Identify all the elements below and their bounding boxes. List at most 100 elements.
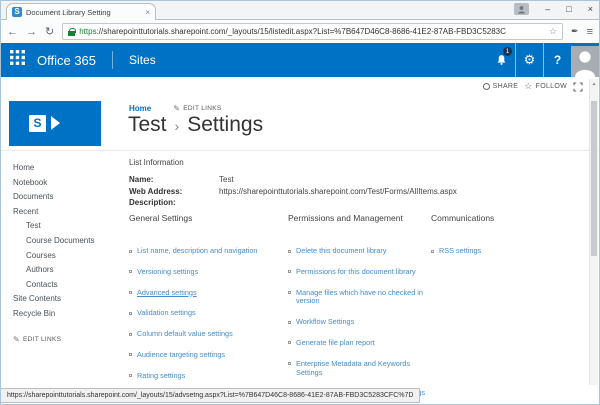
settings-gear-button[interactable]: ⚙ xyxy=(515,43,543,77)
settings-link-column-default-value-settings[interactable]: Column default value settings xyxy=(137,330,233,339)
notifications-button[interactable]: 1 xyxy=(487,43,515,77)
breadcrumb: Home ✎ EDIT LINKS xyxy=(129,104,222,113)
settings-link-rss-settings[interactable]: RSS settings xyxy=(439,247,481,256)
settings-link-audience-targeting-settings[interactable]: Audience targeting settings xyxy=(137,351,225,360)
extension-icon[interactable]: ✒ xyxy=(571,26,579,37)
browser-toolbar: ← → ↻ https://sharepointtutorials.sharep… xyxy=(1,19,599,43)
app-launcher-icon[interactable] xyxy=(10,50,25,70)
setting-link-row: Delete this document library xyxy=(288,247,434,256)
list-info-label-web-address: Web Address: xyxy=(129,186,219,198)
vertical-scrollbar[interactable]: ▴ xyxy=(589,79,598,385)
browser-tab[interactable]: S Document Library Setting × xyxy=(6,3,156,20)
window-controls: – □ × xyxy=(514,3,593,15)
setting-link-row: Enterprise Metadata and Keywords Setting… xyxy=(288,360,434,378)
page-title: Test › Settings xyxy=(128,113,263,137)
secure-lock-icon xyxy=(68,31,75,36)
setting-link-row: Generate file plan report xyxy=(288,339,434,348)
settings-columns: General Settings List name, description a… xyxy=(1,213,599,404)
url-text: https://sharepointtutorials.sharepoint.c… xyxy=(79,27,545,36)
list-info-value-name: Test xyxy=(219,174,234,186)
title-site-name: Test xyxy=(128,113,167,137)
setting-link-row: Audience targeting settings xyxy=(129,351,281,360)
sharepoint-site-logo[interactable]: S xyxy=(9,101,101,146)
help-button[interactable]: ? xyxy=(543,43,571,77)
settings-link-advanced-settings[interactable]: Advanced settings xyxy=(137,289,197,298)
square-bullet-icon xyxy=(288,362,291,365)
settings-column-title: Communications xyxy=(431,213,551,223)
sidebar-item-notebook[interactable]: Notebook xyxy=(13,176,121,191)
bookmark-star-icon[interactable]: ☆ xyxy=(549,26,557,37)
follow-button[interactable]: ☆ FOLLOW xyxy=(524,81,567,92)
address-bar[interactable]: https://sharepointtutorials.sharepoint.c… xyxy=(62,23,563,40)
forward-icon[interactable]: → xyxy=(26,26,37,38)
back-icon[interactable]: ← xyxy=(7,26,18,38)
sharepoint-logo-arrow-icon xyxy=(51,116,60,130)
settings-link-list-name-description-and-navigation[interactable]: List name, description and navigation xyxy=(137,247,257,256)
list-information-heading: List Information xyxy=(129,158,457,167)
maximize-button[interactable]: □ xyxy=(566,3,571,15)
settings-link-validation-settings[interactable]: Validation settings xyxy=(137,309,196,318)
share-label: SHARE xyxy=(493,83,519,90)
tab-strip: S Document Library Setting × – □ × xyxy=(1,1,599,19)
square-bullet-icon xyxy=(288,341,291,344)
minimize-button[interactable]: – xyxy=(545,3,550,15)
square-bullet-icon xyxy=(129,270,132,273)
square-bullet-icon xyxy=(288,291,291,294)
square-bullet-icon xyxy=(431,250,434,253)
tab-title: Document Library Setting xyxy=(26,8,141,17)
square-bullet-icon xyxy=(129,353,132,356)
scrollbar-thumb[interactable] xyxy=(591,101,597,256)
share-button[interactable]: SHARE xyxy=(483,83,519,90)
sharepoint-favicon-icon: S xyxy=(12,7,22,17)
edit-links-label: EDIT LINKS xyxy=(183,105,221,112)
help-icon: ? xyxy=(554,53,561,67)
sidebar-item-home[interactable]: Home xyxy=(13,161,121,176)
setting-link-row: Validation settings xyxy=(129,309,281,318)
page-header: S Home ✎ EDIT LINKS Test › Settings xyxy=(1,96,599,151)
settings-column-title: General Settings xyxy=(129,213,281,223)
scroll-up-arrow-icon[interactable]: ▴ xyxy=(590,79,598,89)
waffle-grid-icon xyxy=(10,50,25,65)
square-bullet-icon xyxy=(129,374,132,377)
notification-badge: 1 xyxy=(503,47,512,56)
sharepoint-logo-letter: S xyxy=(29,115,46,132)
list-info-label-description: Description: xyxy=(129,197,219,209)
settings-link-versioning-settings[interactable]: Versioning settings xyxy=(137,268,198,277)
settings-link-permissions-for-this-document-library[interactable]: Permissions for this document library xyxy=(296,268,416,277)
focus-mode-button[interactable] xyxy=(573,82,583,92)
status-url-text: https://sharepointtutorials.sharepoint.c… xyxy=(7,392,413,399)
setting-link-row: Versioning settings xyxy=(129,268,281,277)
follow-star-icon: ☆ xyxy=(524,81,532,92)
setting-link-row: Permissions for this document library xyxy=(288,268,434,277)
setting-link-row: Column default value settings xyxy=(129,330,281,339)
browser-profile-icon[interactable] xyxy=(514,3,529,15)
status-bar: https://sharepointtutorials.sharepoint.c… xyxy=(1,388,420,403)
settings-link-rating-settings[interactable]: Rating settings xyxy=(137,372,185,381)
list-information: List Information Name:TestWeb Address:ht… xyxy=(129,158,457,209)
sites-link[interactable]: Sites xyxy=(129,53,156,67)
settings-link-manage-files-which-have-no-checked-in-version[interactable]: Manage files which have no checked in ve… xyxy=(296,289,434,307)
tab-close-icon[interactable]: × xyxy=(145,8,150,17)
sidebar-item-documents[interactable]: Documents xyxy=(13,190,121,205)
square-bullet-icon xyxy=(129,333,132,336)
close-button[interactable]: × xyxy=(588,3,593,15)
settings-link-generate-file-plan-report[interactable]: Generate file plan report xyxy=(296,339,375,348)
settings-link-enterprise-metadata-and-keywords-settings[interactable]: Enterprise Metadata and Keywords Setting… xyxy=(296,360,434,378)
settings-link-list: List name, description and navigation Ver… xyxy=(129,247,281,381)
square-bullet-icon xyxy=(129,291,132,294)
focus-corners-icon xyxy=(573,82,583,92)
settings-link-workflow-settings[interactable]: Workflow Settings xyxy=(296,318,354,327)
list-info-row: Name:Test xyxy=(129,174,457,186)
top-edit-links-button[interactable]: ✎ EDIT LINKS xyxy=(173,104,221,113)
suite-bar-divider xyxy=(112,51,113,69)
refresh-icon[interactable]: ↻ xyxy=(45,25,54,38)
settings-link-delete-this-document-library[interactable]: Delete this document library xyxy=(296,247,386,256)
user-avatar[interactable] xyxy=(571,46,599,77)
list-info-row: Web Address:https://sharepointtutorials.… xyxy=(129,186,457,198)
browser-menu-icon[interactable]: ≡ xyxy=(587,26,593,38)
office365-brand[interactable]: Office 365 xyxy=(37,53,96,68)
square-bullet-icon xyxy=(288,321,291,324)
breadcrumb-home-link[interactable]: Home xyxy=(129,104,151,113)
settings-link-list: RSS settings xyxy=(431,247,551,256)
settings-column-title: Permissions and Management xyxy=(288,213,434,223)
